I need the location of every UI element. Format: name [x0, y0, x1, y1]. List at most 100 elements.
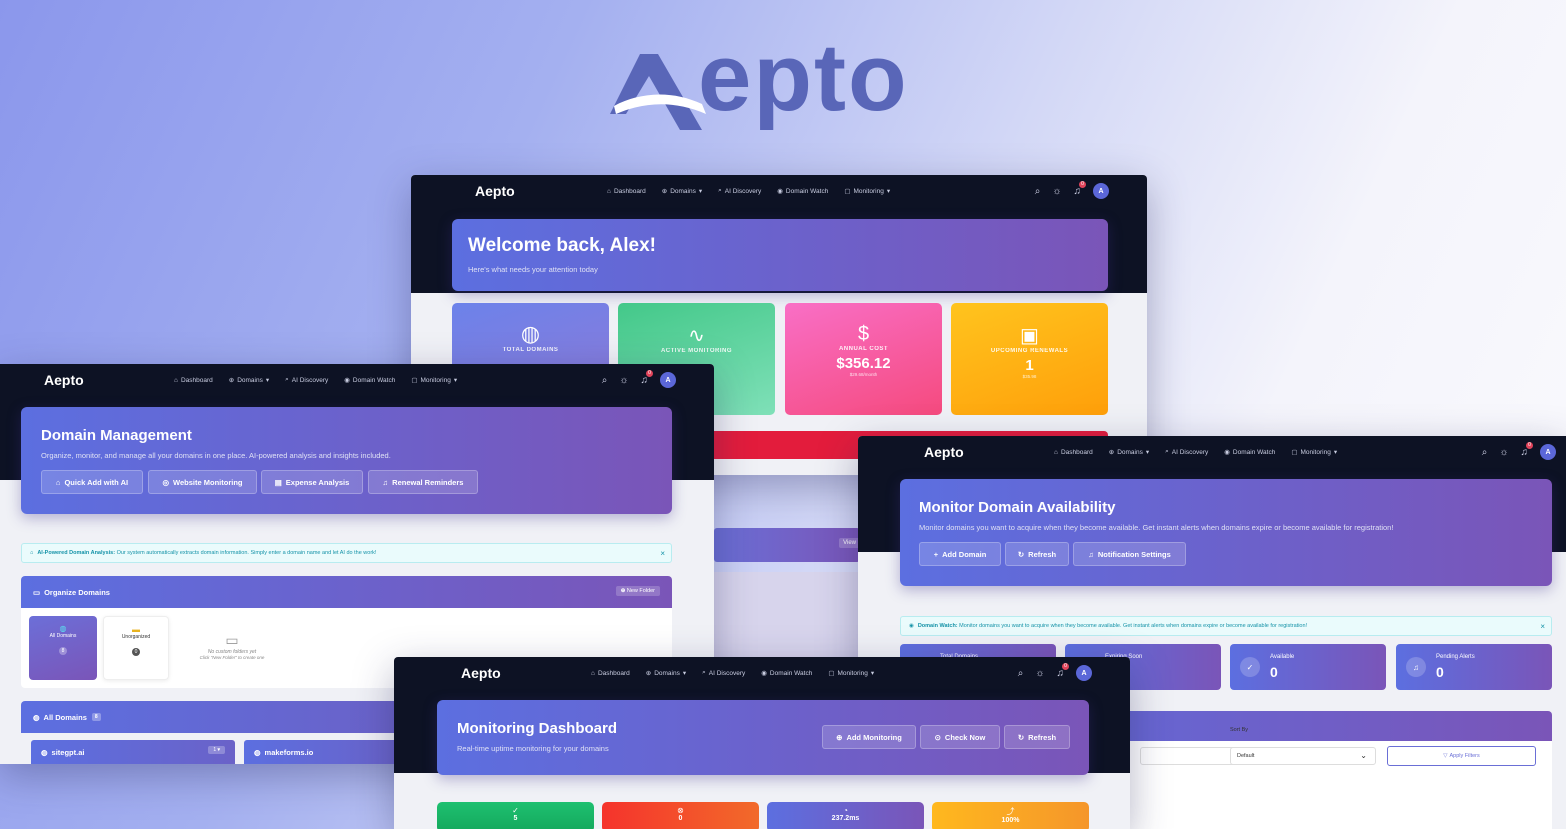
nav-ai-discovery[interactable]: ⌕ AI Discovery: [718, 187, 761, 195]
filler-panel: [714, 572, 860, 662]
nav-domains[interactable]: ⊕ Domains ▾: [229, 376, 269, 385]
theme-toggle-icon[interactable]: ☼: [1035, 668, 1044, 679]
nav-monitoring[interactable]: ▢ Monitoring ▾: [844, 187, 890, 196]
page-title: Domain Management: [41, 427, 192, 444]
x-circle-icon: ⊗: [677, 806, 684, 815]
nav-brand[interactable]: Aepto: [475, 183, 581, 199]
refresh-button[interactable]: ↻ Refresh: [1004, 725, 1070, 749]
nav-domain-watch[interactable]: ◉ Domain Watch: [1224, 448, 1275, 457]
top-nav: Aepto ⌂ Dashboard ⊕ Domains ▾ ⌕ AI Disco…: [411, 175, 1147, 207]
notification-badge: 0: [646, 369, 653, 377]
stat-available: ✓ Available 0: [1230, 644, 1386, 690]
close-icon[interactable]: ×: [660, 549, 665, 558]
website-monitoring-button[interactable]: ◎ Website Monitoring: [148, 470, 257, 494]
nav-domain-watch[interactable]: ◉ Domain Watch: [761, 669, 812, 678]
nav-brand[interactable]: Aepto: [924, 444, 1030, 460]
renewal-reminders-button[interactable]: ♫ Renewal Reminders: [368, 470, 478, 494]
page-subtitle: Organize, monitor, and manage all your d…: [41, 451, 391, 460]
nav-dashboard[interactable]: ⌂ Dashboard: [591, 669, 630, 677]
refresh-button[interactable]: ↻ Refresh: [1005, 542, 1069, 566]
avatar[interactable]: A: [1076, 665, 1092, 681]
uptime-card[interactable]: ⤴ 100%: [932, 802, 1089, 829]
add-domain-button[interactable]: + Add Domain: [919, 542, 1001, 566]
bell-icon[interactable]: ♫ 0: [1521, 441, 1533, 458]
monitoring-banner: Monitoring Dashboard Real-time uptime mo…: [437, 700, 1089, 775]
speedometer-icon: ◔: [843, 806, 848, 815]
close-icon[interactable]: ×: [1540, 622, 1545, 631]
expense-analysis-button[interactable]: ▤ Expense Analysis: [261, 470, 363, 494]
page-subtitle: Monitor domains you want to acquire when…: [919, 523, 1394, 532]
nav-brand[interactable]: Aepto: [461, 665, 567, 681]
check-now-button[interactable]: ⊙ Check Now: [920, 725, 1000, 749]
search-icon[interactable]: ⌕: [602, 375, 608, 386]
response-time-card[interactable]: ◔ 237.2ms: [767, 802, 924, 829]
search-icon[interactable]: ⌕: [1035, 186, 1041, 197]
dollar-icon: $: [857, 323, 870, 345]
annual-cost-card[interactable]: $ ANNUAL COST $356.12 $29.68/month: [785, 303, 942, 415]
globe-icon: ◍: [520, 321, 541, 346]
nav-dashboard[interactable]: ⌂ Dashboard: [1054, 448, 1093, 456]
nav-ai-discovery[interactable]: ⌕ AI Discovery: [1165, 448, 1208, 456]
page-title: Monitor Domain Availability: [919, 499, 1116, 516]
notification-badge: 0: [1062, 662, 1069, 670]
nav-ai-discovery[interactable]: ⌕ AI Discovery: [702, 669, 745, 677]
welcome-banner: Welcome back, Alex! Here's what needs yo…: [452, 219, 1108, 291]
theme-toggle-icon[interactable]: ☼: [619, 375, 628, 386]
bell-icon: ♫: [1088, 549, 1094, 559]
nav-monitoring[interactable]: ▢ Monitoring ▾: [1291, 448, 1337, 457]
logo-wordmark: epto: [698, 24, 909, 131]
apply-filters-button[interactable]: ▽ Apply Filters: [1387, 746, 1536, 766]
down-count-card[interactable]: ⊗ 0: [602, 802, 759, 829]
domain-card[interactable]: ◍ sitegpt.ai 1 ▾: [31, 740, 235, 764]
avatar[interactable]: A: [1540, 444, 1556, 460]
search-icon[interactable]: ⌕: [1482, 447, 1488, 458]
nav-domains[interactable]: ⊕ Domains ▾: [662, 187, 702, 196]
bell-icon[interactable]: ♫ 0: [1074, 180, 1086, 197]
chevron-down-icon: ⌄: [1360, 751, 1367, 760]
add-monitoring-button[interactable]: ⊕ Add Monitoring: [822, 725, 916, 749]
nav-dashboard[interactable]: ⌂ Dashboard: [607, 187, 646, 195]
top-nav: Aepto ⌂ Dashboard ⊕ Domains ▾ ⌕ AI Disco…: [0, 364, 714, 396]
eye-icon: ◉: [909, 623, 914, 629]
domain-card[interactable]: ◍ makeforms.io: [244, 740, 404, 764]
theme-toggle-icon[interactable]: ☼: [1052, 186, 1061, 197]
bell-icon[interactable]: ♫ 0: [1057, 662, 1069, 679]
nav-brand[interactable]: Aepto: [44, 372, 150, 388]
empty-folders: ▭ No custom folders yet Click "New Folde…: [181, 632, 283, 660]
card-label: TOTAL DOMAINS: [502, 347, 559, 353]
card-label: UPCOMING RENEWALS: [990, 348, 1069, 354]
folder-unorganized[interactable]: ▬ Unorganized 0: [103, 616, 169, 680]
upcoming-renewals-card[interactable]: ▣ UPCOMING RENEWALS 1 $35.98: [951, 303, 1108, 415]
quick-add-ai-button[interactable]: ⌂ Quick Add with AI: [41, 470, 143, 494]
top-nav: Aepto ⌂ Dashboard ⊕ Domains ▾ ⌕ AI Disco…: [858, 436, 1566, 468]
view-button[interactable]: View: [839, 538, 860, 548]
new-folder-button[interactable]: ⊕ New Folder: [615, 586, 660, 596]
filter-icon: ▽: [1443, 753, 1448, 759]
globe-icon: ◍: [59, 624, 67, 633]
notification-settings-button[interactable]: ♫ Notification Settings: [1073, 542, 1186, 566]
nav-monitoring[interactable]: ▢ Monitoring ▾: [828, 669, 874, 678]
refresh-icon: ↻: [1017, 549, 1025, 559]
stat-pending-alerts: ♫ Pending Alerts 0: [1396, 644, 1552, 690]
robot-icon: ⌂: [30, 550, 34, 556]
theme-toggle-icon[interactable]: ☼: [1499, 447, 1508, 458]
domain-watch-info-banner: ◉ Domain Watch: Monitor domains you want…: [900, 616, 1552, 636]
nav-dashboard[interactable]: ⌂ Dashboard: [174, 376, 213, 384]
nav-domain-watch[interactable]: ◉ Domain Watch: [344, 376, 395, 385]
avatar[interactable]: A: [1093, 183, 1109, 199]
bell-icon[interactable]: ♫ 0: [641, 369, 653, 386]
monitoring-window: Aepto ⌂ Dashboard ⊕ Domains ▾ ⌕ AI Disco…: [394, 657, 1130, 829]
page-title: Welcome back, Alex!: [468, 235, 656, 256]
nav-ai-discovery[interactable]: ⌕ AI Discovery: [285, 376, 328, 384]
folder-dropdown[interactable]: 1 ▾: [208, 746, 225, 754]
up-count-card[interactable]: ✓ 5: [437, 802, 594, 829]
notification-badge: 0: [1526, 441, 1533, 449]
folder-all-domains[interactable]: ◍ All Domains 8: [29, 616, 97, 680]
nav-domain-watch[interactable]: ◉ Domain Watch: [777, 187, 828, 196]
sort-select[interactable]: Default ⌄: [1230, 747, 1376, 765]
nav-domains[interactable]: ⊕ Domains ▾: [1109, 448, 1149, 457]
search-icon[interactable]: ⌕: [1018, 668, 1024, 679]
avatar[interactable]: A: [660, 372, 676, 388]
nav-monitoring[interactable]: ▢ Monitoring ▾: [411, 376, 457, 385]
nav-domains[interactable]: ⊕ Domains ▾: [646, 669, 686, 678]
